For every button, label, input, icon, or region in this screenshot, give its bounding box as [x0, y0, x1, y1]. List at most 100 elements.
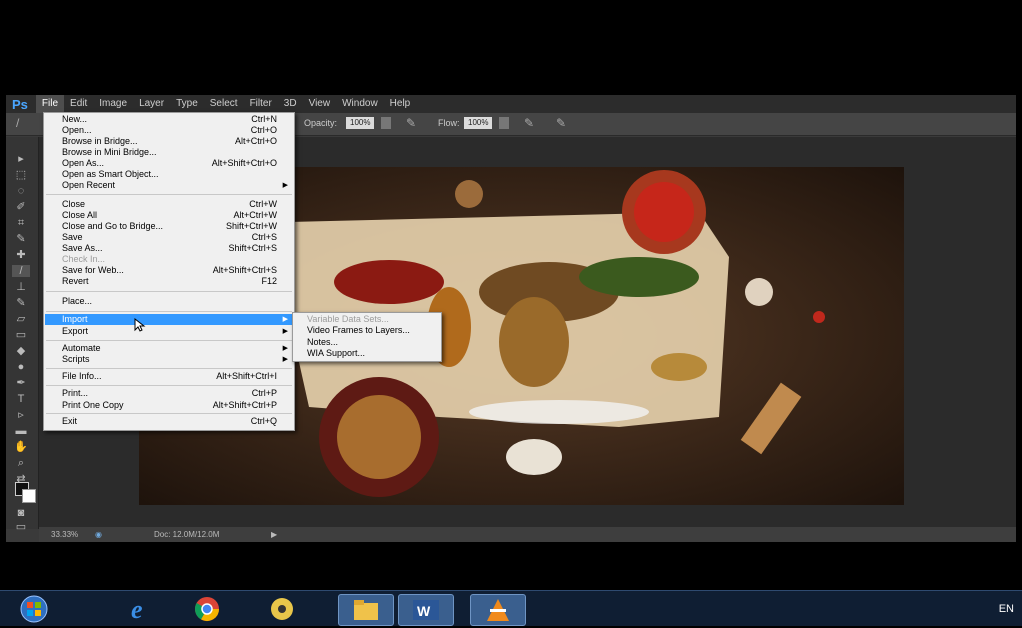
status-menu-arrow-icon[interactable]: ▶ — [271, 527, 277, 542]
dodge-tool-icon[interactable]: ● — [12, 361, 30, 373]
menu-select[interactable]: Select — [204, 95, 244, 113]
media-player-button[interactable] — [255, 594, 309, 624]
svg-text:e: e — [131, 595, 143, 624]
menu-file[interactable]: File — [35, 95, 65, 113]
pen-tool-icon[interactable]: ✒ — [12, 377, 30, 389]
menu-3d[interactable]: 3D — [278, 95, 303, 113]
menu-item-open-as-smart-object[interactable]: Open as Smart Object... — [45, 169, 293, 180]
submenu-item-notes[interactable]: Notes... — [307, 337, 338, 348]
menu-item-label: Export — [62, 326, 89, 336]
menu-edit[interactable]: Edit — [64, 95, 93, 113]
gradient-tool-icon[interactable]: ▭ — [12, 329, 30, 341]
history-brush-tool-icon[interactable]: ✎ — [12, 297, 30, 309]
brush-tool-icon[interactable]: / — [12, 265, 30, 277]
submenu-item-video-frames-to-layers[interactable]: Video Frames to Layers... — [307, 325, 410, 336]
chrome-button[interactable] — [180, 594, 234, 624]
menu-item-automate[interactable]: Automate ▶ — [45, 343, 293, 354]
file-explorer-button[interactable] — [338, 594, 394, 626]
menu-item-scripts[interactable]: Scripts ▶ — [45, 354, 293, 365]
screen-mode-icon[interactable]: ▭ — [12, 521, 30, 533]
import-submenu: Variable Data Sets... Video Frames to La… — [292, 312, 442, 362]
healing-tool-icon[interactable]: ✚ — [12, 249, 30, 261]
submenu-arrow-icon: ▶ — [282, 328, 288, 335]
shape-tool-icon[interactable]: ▬ — [12, 425, 30, 437]
quick-select-tool-icon[interactable]: ✐ — [12, 201, 30, 213]
menu-item-place[interactable]: Place... — [45, 296, 293, 307]
menu-item-print[interactable]: Print... Ctrl+P — [45, 388, 293, 399]
menu-item-open-recent[interactable]: Open Recent ▶ — [45, 180, 293, 191]
eyedropper-tool-icon[interactable]: ✎ — [12, 233, 30, 245]
marquee-tool-icon[interactable]: ⬚ — [12, 169, 30, 181]
vlc-icon — [487, 599, 509, 621]
chrome-icon — [194, 597, 219, 622]
airbrush-icon[interactable]: ✎ — [406, 116, 416, 130]
menu-layer[interactable]: Layer — [133, 95, 170, 113]
menu-item-label: Open as Smart Object... — [62, 169, 159, 179]
language-indicator[interactable]: EN — [999, 603, 1014, 615]
status-icon: ◉ — [95, 530, 102, 539]
zoom-tool-icon[interactable]: ⌕ — [12, 457, 30, 469]
menu-item-exit[interactable]: Exit Ctrl+Q — [45, 416, 293, 427]
submenu-arrow-icon: ▶ — [282, 345, 288, 352]
menu-type[interactable]: Type — [170, 95, 204, 113]
menu-item-shortcut: Ctrl+N — [251, 114, 277, 124]
eraser-tool-icon[interactable]: ▱ — [12, 313, 30, 325]
menu-item-label: Open Recent — [62, 180, 116, 190]
pressure-icon[interactable]: ✎ — [556, 116, 566, 130]
menu-item-check-in: Check In... — [45, 254, 293, 265]
opacity-dropdown[interactable] — [381, 117, 391, 129]
menu-item-revert[interactable]: Revert F12 — [45, 276, 293, 287]
blur-tool-icon[interactable]: ◆ — [12, 345, 30, 357]
menu-item-shortcut: Ctrl+P — [251, 388, 277, 398]
menu-item-save[interactable]: Save Ctrl+S — [45, 232, 293, 243]
menu-item-label: Revert — [62, 276, 89, 286]
menu-item-shortcut: Alt+Shift+Ctrl+P — [212, 400, 277, 410]
zoom-level[interactable]: 33.33% — [51, 527, 78, 542]
menu-filter[interactable]: Filter — [244, 95, 278, 113]
menu-item-export[interactable]: Export ▶ — [45, 326, 293, 337]
opacity-input[interactable]: 100% — [346, 117, 375, 129]
hand-tool-icon[interactable]: ✋ — [12, 441, 30, 453]
menu-item-print-one-copy[interactable]: Print One Copy Alt+Shift+Ctrl+P — [45, 400, 293, 411]
internet-explorer-button[interactable]: e — [113, 594, 167, 624]
menu-item-file-info[interactable]: File Info... Alt+Shift+Ctrl+I — [45, 371, 293, 382]
submenu-item-wia-support[interactable]: WIA Support... — [307, 348, 365, 359]
airbrush-toggle-icon[interactable]: ✎ — [524, 116, 534, 130]
menu-item-save-for-web[interactable]: Save for Web... Alt+Shift+Ctrl+S — [45, 265, 293, 276]
mouse-cursor-icon — [134, 318, 146, 332]
menu-item-import[interactable]: Import ▶ — [45, 314, 293, 325]
vlc-button[interactable] — [470, 594, 526, 626]
brush-preset-icon[interactable]: / — [16, 116, 19, 130]
background-color-swatch[interactable] — [22, 489, 36, 503]
menu-item-new[interactable]: New... Ctrl+N — [45, 114, 293, 125]
menu-view[interactable]: View — [303, 95, 337, 113]
flow-input[interactable]: 100% — [464, 117, 493, 129]
menu-item-shortcut: Alt+Shift+Ctrl+I — [216, 371, 277, 381]
menu-image[interactable]: Image — [93, 95, 133, 113]
word-button[interactable]: W — [398, 594, 454, 626]
quick-mask-icon[interactable]: ◙ — [12, 507, 30, 519]
document-size: Doc: 12.0M/12.0M — [154, 530, 220, 539]
menu-item-open-as[interactable]: Open As... Alt+Shift+Ctrl+O — [45, 158, 293, 169]
menu-window[interactable]: Window — [336, 95, 384, 113]
move-tool-icon[interactable]: ▸ — [12, 153, 30, 165]
menu-item-close-all[interactable]: Close All Alt+Ctrl+W — [45, 210, 293, 221]
opacity-label: Opacity: — [304, 118, 338, 128]
menu-item-browse-in-mini-bridge[interactable]: Browse in Mini Bridge... — [45, 147, 293, 158]
path-select-tool-icon[interactable]: ▹ — [12, 409, 30, 421]
menu-item-browse-in-bridge[interactable]: Browse in Bridge... Alt+Ctrl+O — [45, 136, 293, 147]
stamp-tool-icon[interactable]: ⊥ — [12, 281, 30, 293]
menu-item-save-as[interactable]: Save As... Shift+Ctrl+S — [45, 243, 293, 254]
crop-tool-icon[interactable]: ⌗ — [12, 217, 30, 229]
start-button[interactable] — [10, 594, 58, 624]
menu-item-close-and-go-to-bridge[interactable]: Close and Go to Bridge... Shift+Ctrl+W — [45, 221, 293, 232]
type-tool-icon[interactable]: T — [12, 393, 30, 405]
tools-panel: ▸ ⬚ ◌ ✐ ⌗ ✎ ✚ / ⊥ ✎ ▱ ▭ ◆ ● ✒ T ▹ ▬ ✋ ⌕ … — [6, 137, 39, 533]
menu-item-label: Save As... — [62, 243, 103, 253]
flow-dropdown[interactable] — [499, 117, 509, 129]
menu-item-open[interactable]: Open... Ctrl+O — [45, 125, 293, 136]
word-icon: W — [413, 600, 439, 620]
menu-help[interactable]: Help — [384, 95, 417, 113]
lasso-tool-icon[interactable]: ◌ — [12, 185, 30, 197]
menu-item-close[interactable]: Close Ctrl+W — [45, 199, 293, 210]
